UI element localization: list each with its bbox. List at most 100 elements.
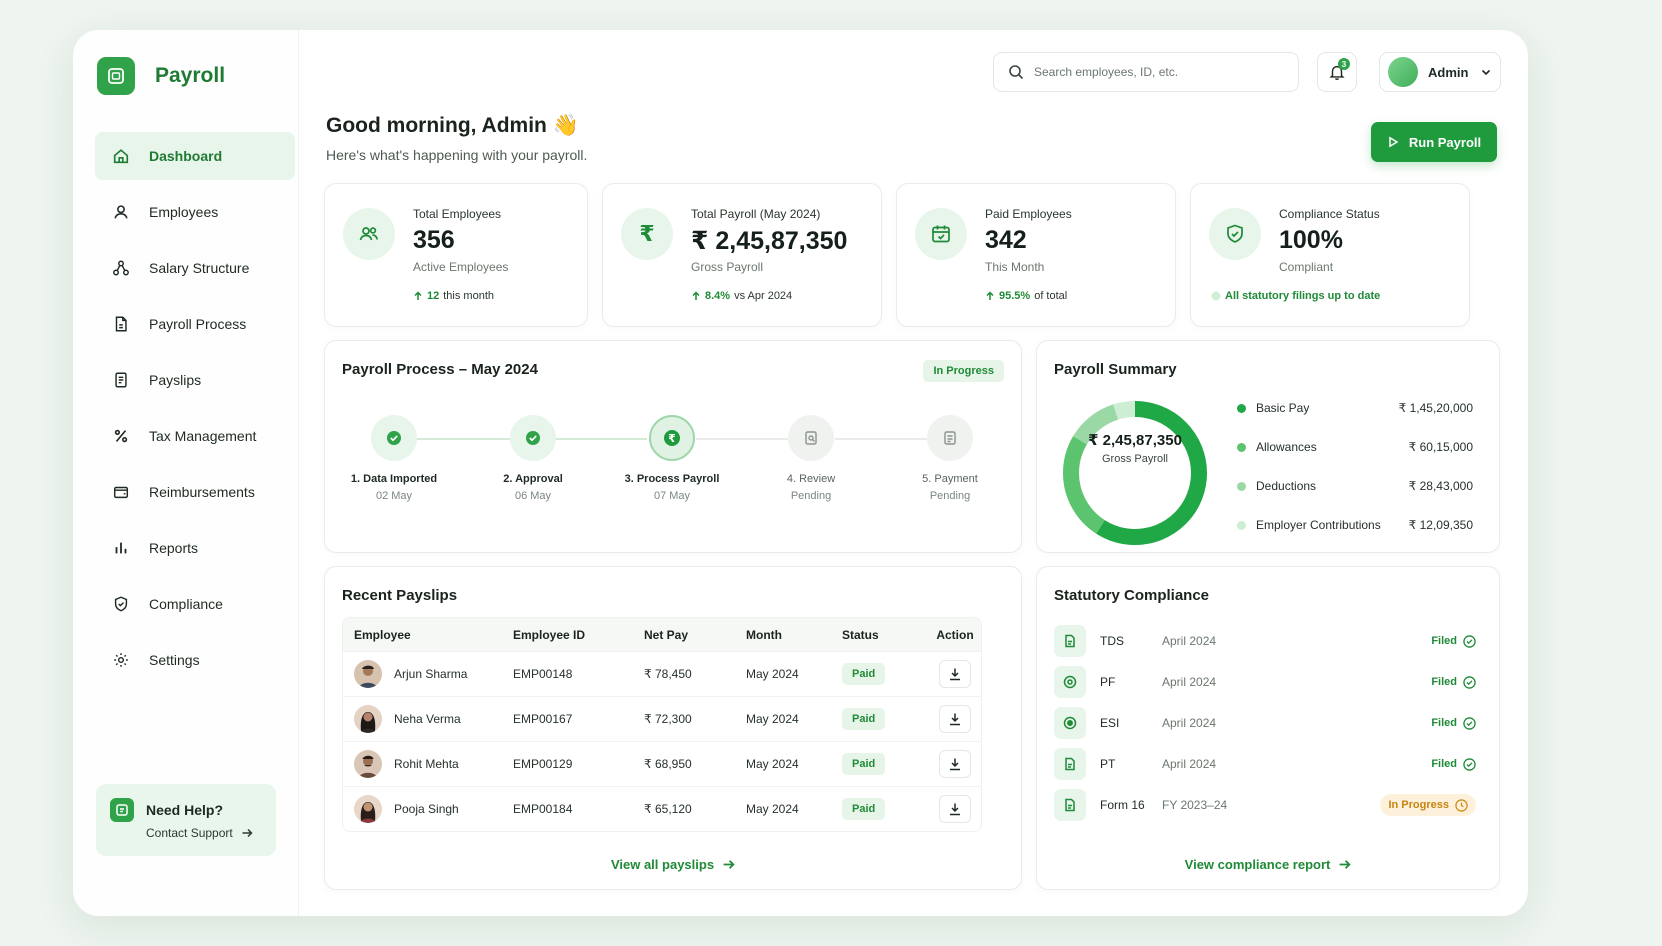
check-circle-icon	[510, 415, 556, 461]
search-icon	[1009, 65, 1024, 80]
table-header: Employee Employee ID Net Pay Month Statu…	[343, 618, 981, 651]
legend-item-deductions: Deductions ₹ 28,43,000	[1237, 479, 1473, 493]
users-icon	[343, 208, 395, 260]
payroll-summary-card: Payroll Summary ₹ 2,45,87,350 Gross Payr…	[1036, 340, 1500, 553]
avatar	[354, 750, 382, 778]
sidebar-item-payroll-process[interactable]: Payroll Process	[95, 300, 295, 348]
payroll-process-title: Payroll Process – May 2024	[342, 361, 538, 378]
status-badge: Paid	[842, 708, 886, 730]
page-subtitle: Here's what's happening with your payrol…	[326, 147, 588, 163]
table-row[interactable]: Arjun Sharma EMP00148 ₹ 78,450 May 2024 …	[343, 651, 981, 696]
recent-payslips-card: Recent Payslips Employee Employee ID Net…	[324, 566, 1022, 890]
download-button[interactable]	[939, 660, 971, 688]
status-badge: Paid	[842, 663, 886, 685]
stat-trend: 95.5% of total	[985, 290, 1067, 302]
brand-name: Payroll	[155, 64, 226, 87]
check-circle-icon	[371, 415, 417, 461]
user-menu[interactable]: Admin	[1379, 52, 1501, 92]
process-step-5[interactable]: 5. Payment Pending	[890, 415, 1010, 502]
play-icon	[1389, 136, 1399, 148]
brand[interactable]: Payroll	[97, 57, 225, 95]
search-input[interactable]	[1034, 65, 1274, 79]
sidebar-item-payslips[interactable]: Payslips	[95, 356, 295, 404]
status-badge: Paid	[842, 798, 886, 820]
stat-trend: 12 this month	[413, 290, 494, 302]
status-badge: Filed	[1431, 675, 1476, 689]
statutory-compliance-title: Statutory Compliance	[1054, 587, 1210, 604]
sidebar-item-reimbursements[interactable]: Reimbursements	[95, 468, 295, 516]
process-step-1[interactable]: 1. Data Imported 02 May	[334, 415, 454, 502]
esi-icon	[1054, 707, 1086, 739]
sidebar-item-compliance[interactable]: Compliance	[95, 580, 295, 628]
main-content: 3 Admin Good morning, Admin 👋 Here's wha…	[299, 30, 1528, 916]
sidebar-item-dashboard[interactable]: Dashboard	[95, 132, 295, 180]
shield-check-icon	[1209, 208, 1261, 260]
stat-card-total-employees: Total Employees 356 Active Employees 12 …	[324, 183, 588, 327]
sidebar-item-employees[interactable]: Employees	[95, 188, 295, 236]
stat-card-paid-employees: Paid Employees 342 This Month 95.5% of t…	[896, 183, 1176, 327]
compliance-row-tds[interactable]: TDS April 2024 Filed	[1054, 623, 1476, 659]
arrow-right-icon	[242, 828, 253, 838]
arrow-right-icon	[723, 860, 735, 869]
payroll-summary-title: Payroll Summary	[1054, 361, 1177, 378]
arrow-up-icon	[692, 291, 700, 300]
sidebar-item-salary-structure[interactable]: Salary Structure	[95, 244, 295, 292]
status-badge: In Progress	[923, 360, 1004, 382]
chevron-down-icon	[1482, 69, 1491, 76]
payroll-logo-icon	[97, 57, 135, 95]
arrow-up-icon	[986, 291, 994, 300]
contact-support-link[interactable]: Contact Support	[146, 826, 253, 840]
help-icon	[110, 798, 134, 822]
arrow-right-icon	[1339, 860, 1351, 869]
compliance-row-form16[interactable]: Form 16 FY 2023–24 In Progress	[1054, 787, 1476, 823]
shield-icon	[111, 594, 131, 614]
home-icon	[111, 146, 131, 166]
search-box[interactable]	[993, 52, 1299, 92]
bar-chart-icon	[111, 538, 131, 558]
table-row[interactable]: Neha Verma EMP00167 ₹ 72,300 May 2024 Pa…	[343, 696, 981, 741]
percent-icon	[111, 426, 131, 446]
sidebar-item-tax-management[interactable]: Tax Management	[95, 412, 295, 460]
rupee-icon: ₹	[649, 415, 695, 461]
legend-item-basic-pay: Basic Pay ₹ 1,45,20,000	[1237, 401, 1473, 415]
table-row[interactable]: Rohit Mehta EMP00129 ₹ 68,950 May 2024 P…	[343, 741, 981, 786]
legend-item-allowances: Allowances ₹ 60,15,000	[1237, 440, 1473, 454]
sidebar-item-reports[interactable]: Reports	[95, 524, 295, 572]
check-circle-icon	[1463, 716, 1476, 730]
donut-center: ₹ 2,45,87,350 Gross Payroll	[1088, 432, 1182, 465]
notifications-button[interactable]: 3	[1317, 52, 1357, 92]
check-circle-icon	[1463, 757, 1476, 771]
process-step-2[interactable]: 2. Approval 06 May	[473, 415, 593, 502]
page-title: Good morning, Admin 👋	[326, 114, 579, 137]
process-step-4[interactable]: 4. Review Pending	[751, 415, 871, 502]
run-payroll-button[interactable]: Run Payroll	[1371, 122, 1497, 162]
compliance-row-pf[interactable]: PF April 2024 Filed	[1054, 664, 1476, 700]
payslips-table: Employee Employee ID Net Pay Month Statu…	[342, 617, 982, 832]
compliance-row-pt[interactable]: PT April 2024 Filed	[1054, 746, 1476, 782]
check-circle-icon	[1463, 675, 1476, 689]
check-circle-icon	[1463, 634, 1476, 648]
view-all-payslips-link[interactable]: View all payslips	[325, 857, 1021, 872]
view-compliance-report-link[interactable]: View compliance report	[1037, 857, 1499, 872]
download-icon	[950, 758, 960, 771]
download-icon	[950, 713, 960, 726]
pf-icon	[1054, 666, 1086, 698]
compliance-row-esi[interactable]: ESI April 2024 Filed	[1054, 705, 1476, 741]
legend-dot	[1237, 520, 1246, 530]
document-icon	[111, 314, 131, 334]
legend-item-employer-contributions: Employer Contributions ₹ 12,09,350	[1237, 518, 1473, 532]
legend-dot	[1237, 442, 1246, 452]
table-row[interactable]: Pooja Singh EMP00184 ₹ 65,120 May 2024 P…	[343, 786, 981, 831]
status-badge: Filed	[1431, 716, 1476, 730]
process-step-3[interactable]: ₹ 3. Process Payroll 07 May	[612, 415, 732, 502]
download-button[interactable]	[939, 750, 971, 778]
review-icon	[788, 415, 834, 461]
download-button[interactable]	[939, 705, 971, 733]
arrow-up-icon	[414, 291, 422, 300]
payroll-process-card: Payroll Process – May 2024 In Progress 1…	[324, 340, 1022, 553]
sidebar-item-settings[interactable]: Settings	[95, 636, 295, 684]
sidebar: Payroll Dashboard Employees Salary Struc…	[73, 30, 299, 916]
download-button[interactable]	[939, 795, 971, 823]
check-circle-icon	[1211, 291, 1221, 301]
user-name: Admin	[1428, 64, 1469, 80]
